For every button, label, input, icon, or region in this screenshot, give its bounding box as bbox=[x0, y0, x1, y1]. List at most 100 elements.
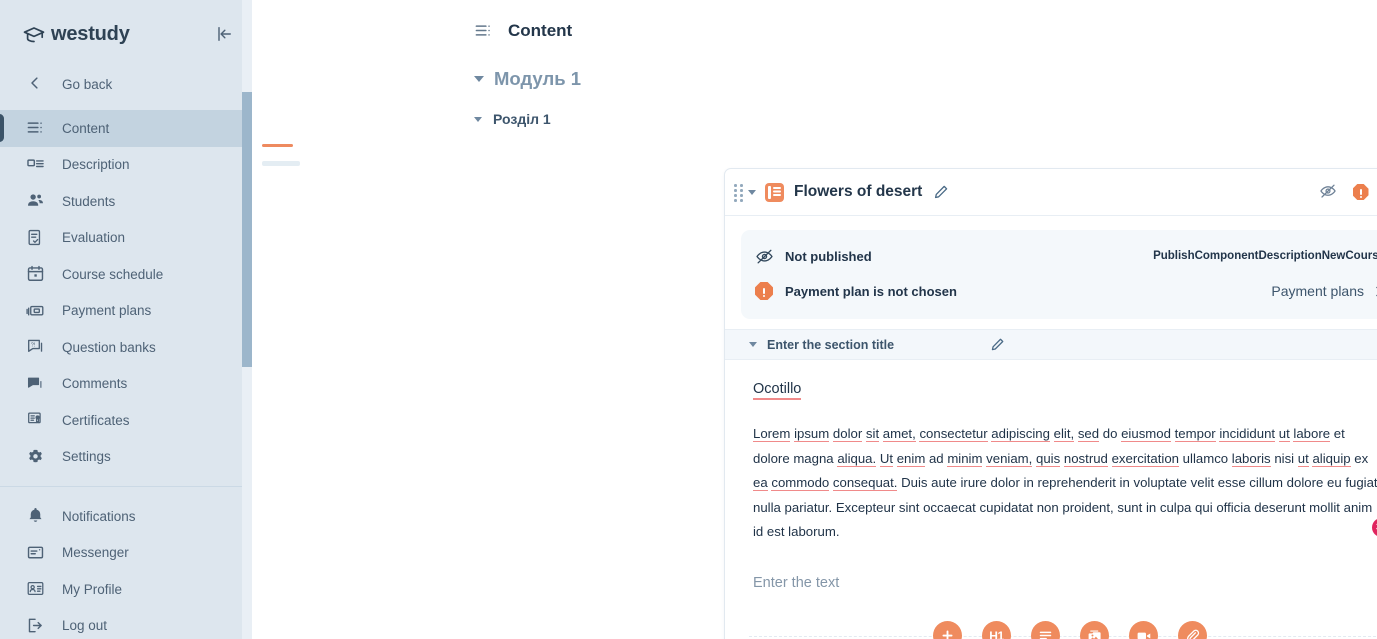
sidebar-item-label: Description bbox=[62, 157, 130, 173]
pencil-icon[interactable] bbox=[933, 184, 949, 200]
rich-text-editor[interactable]: Ocotillo Lorem ipsum dolor sit amet, con… bbox=[725, 360, 1377, 545]
module-row[interactable]: Модуль 1 bbox=[474, 68, 1377, 90]
description-icon bbox=[26, 155, 46, 175]
messenger-icon bbox=[26, 543, 46, 563]
spellcheck-word: enim bbox=[896, 450, 926, 467]
svg-text:?!: ?! bbox=[31, 343, 36, 349]
editor-empty-placeholder[interactable]: Enter the text bbox=[725, 545, 1377, 591]
payment-plans-link-label: Payment plans bbox=[1271, 283, 1364, 299]
sidebar-item-label: My Profile bbox=[62, 581, 123, 597]
sidebar-item-course-schedule[interactable]: Course schedule bbox=[0, 256, 252, 293]
section-row[interactable]: Розділ 1 bbox=[474, 111, 1377, 127]
spellcheck-word: Ut bbox=[879, 450, 894, 467]
paragraph-text: ex bbox=[1350, 450, 1369, 466]
collapse-left-icon[interactable] bbox=[214, 24, 234, 44]
sidebar-item-messenger[interactable]: Messenger bbox=[0, 535, 252, 572]
chevron-down-icon[interactable] bbox=[748, 189, 756, 195]
sidebar-item-label: Question banks bbox=[62, 339, 156, 355]
sidebar-item-description[interactable]: Description bbox=[0, 147, 252, 184]
paragraph-text: ad bbox=[925, 450, 948, 466]
heading-1-icon[interactable]: H1 bbox=[982, 621, 1011, 639]
spellcheck-word: elit, bbox=[1053, 426, 1075, 442]
brand-name: westudy bbox=[51, 22, 130, 45]
spellcheck-word: ut bbox=[1278, 426, 1290, 442]
clipboard-check-icon bbox=[26, 228, 46, 248]
spellcheck-word: consequat. bbox=[832, 475, 898, 492]
status-row-payment: Payment plan is not chosen Payment plans bbox=[755, 277, 1377, 305]
spellcheck-word: quis bbox=[1036, 450, 1061, 467]
spellcheck-word: nostrud bbox=[1063, 450, 1108, 467]
paragraph-icon[interactable] bbox=[1031, 621, 1060, 639]
sidebar-item-evaluation[interactable]: Evaluation bbox=[0, 220, 252, 257]
payment-plans-link[interactable]: Payment plans bbox=[1271, 283, 1377, 299]
sidebar-item-content[interactable]: Content bbox=[0, 110, 252, 147]
sidebar-item-question-banks[interactable]: ?! Question banks bbox=[0, 329, 252, 366]
video-icon[interactable] bbox=[1129, 621, 1158, 639]
chevron-down-icon[interactable] bbox=[749, 342, 757, 347]
editor-paragraph: Lorem ipsum dolor sit amet, consectetur … bbox=[753, 422, 1377, 545]
spellcheck-word: ea bbox=[753, 475, 768, 492]
logout-icon bbox=[26, 616, 46, 636]
component-card-header: Flowers of desert bbox=[725, 169, 1377, 216]
editor-heading: Ocotillo bbox=[753, 381, 802, 400]
warning-octagon-icon[interactable] bbox=[1352, 184, 1369, 200]
component-card-actions bbox=[1319, 182, 1377, 202]
spellcheck-word: veniam, bbox=[986, 450, 1033, 467]
profile-card-icon bbox=[26, 579, 46, 599]
paragraph-text bbox=[1108, 451, 1112, 466]
component-card: Flowers of desert Not published PublishC… bbox=[724, 168, 1377, 639]
sidebar-item-payment-plans[interactable]: Payment plans bbox=[0, 293, 252, 330]
spellcheck-word: labore bbox=[1293, 426, 1331, 442]
chevron-down-icon[interactable] bbox=[474, 76, 484, 82]
spellcheck-word: dolor bbox=[832, 426, 863, 442]
section-title: Розділ 1 bbox=[493, 111, 551, 127]
not-published-label: Not published bbox=[785, 248, 872, 264]
paragraph-text: nisi bbox=[1270, 450, 1298, 466]
sidebar-item-comments[interactable]: Comments bbox=[0, 366, 252, 403]
sidebar-item-label: Messenger bbox=[62, 545, 129, 561]
drag-handle-icon[interactable] bbox=[734, 184, 744, 202]
spellcheck-word: consectetur bbox=[919, 426, 988, 442]
money-icon bbox=[26, 301, 46, 321]
spellcheck-word: minim bbox=[947, 450, 983, 467]
eye-off-icon[interactable] bbox=[1319, 182, 1339, 202]
warning-octagon-icon bbox=[755, 282, 777, 300]
sidebar-item-students[interactable]: Students bbox=[0, 183, 252, 220]
brand-logo-group[interactable]: westudy bbox=[22, 23, 130, 46]
image-icon[interactable] bbox=[1080, 621, 1109, 639]
editor-heading-row: Ocotillo bbox=[753, 380, 1377, 400]
spellcheck-word: aliquip bbox=[1312, 450, 1351, 467]
bell-icon bbox=[26, 506, 46, 526]
chevron-down-icon[interactable] bbox=[474, 116, 482, 122]
plus-icon[interactable] bbox=[933, 621, 962, 639]
certificate-icon bbox=[26, 410, 46, 430]
insert-toolbar: H1 bbox=[725, 599, 1377, 639]
attachment-icon[interactable] bbox=[1178, 621, 1207, 639]
status-row-publish: Not published PublishComponentDescriptio… bbox=[755, 242, 1377, 270]
go-back-label: Go back bbox=[62, 76, 113, 92]
section-title-strip: Enter the section title bbox=[725, 329, 1377, 360]
page-title: Content bbox=[508, 21, 573, 40]
comment-icon bbox=[26, 374, 46, 394]
spellcheck-word: aliqua. bbox=[837, 450, 877, 467]
section-title-placeholder: Enter the section title bbox=[767, 337, 895, 352]
spellcheck-word: ipsum bbox=[794, 426, 830, 442]
sidebar-scrollbar-thumb[interactable] bbox=[242, 92, 252, 367]
sidebar: westudy Go back Content Description Stud… bbox=[0, 0, 252, 639]
sidebar-item-notifications[interactable]: Notifications bbox=[0, 498, 252, 535]
sidebar-item-label: Settings bbox=[62, 449, 111, 465]
status-panel-wrap: Not published PublishComponentDescriptio… bbox=[725, 216, 1377, 329]
sidebar-scrollbar-track[interactable] bbox=[242, 0, 252, 639]
go-back-button[interactable]: Go back bbox=[0, 66, 252, 102]
sidebar-item-certificates[interactable]: Certificates bbox=[0, 402, 252, 439]
spellcheck-word: eiusmod bbox=[1121, 426, 1171, 442]
sidebar-item-log-out[interactable]: Log out bbox=[0, 608, 252, 639]
list-icon bbox=[26, 118, 46, 138]
pencil-icon[interactable] bbox=[990, 337, 1005, 352]
sidebar-nav-primary: Content Description Students Evaluation … bbox=[0, 110, 252, 639]
sidebar-item-settings[interactable]: Settings bbox=[0, 439, 252, 476]
sidebar-item-label: Content bbox=[62, 120, 110, 136]
publish-hint-text: PublishComponentDescriptionNewCourse bbox=[1153, 250, 1377, 262]
spellcheck-word: commodo bbox=[771, 475, 830, 492]
sidebar-item-my-profile[interactable]: My Profile bbox=[0, 571, 252, 608]
